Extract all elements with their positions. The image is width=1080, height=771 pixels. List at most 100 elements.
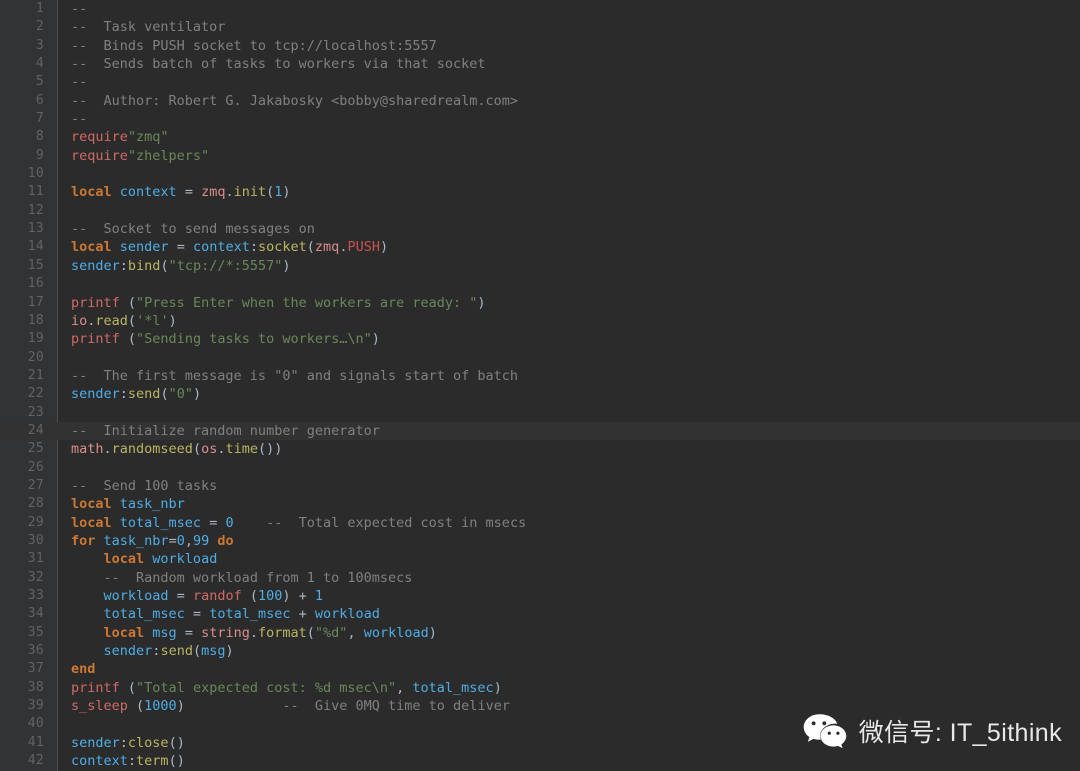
token-punc: : [119, 257, 128, 274]
code-area[interactable]: 1 -- 2 -- Task ventilator 3 -- Binds PUSH soc… [0, 0, 1080, 770]
code-line[interactable]: 35 local msg = string.format("%d", workl… [0, 624, 1080, 642]
code-line[interactable]: 33 workload = randof (100) + 1 [0, 587, 1080, 605]
code-editor[interactable]: 1 -- 2 -- Task ventilator 3 -- Binds PUSH soc… [0, 0, 1080, 771]
code-text: context:term() [71, 752, 185, 770]
code-line[interactable]: 9 require"zhelpers" [0, 147, 1080, 165]
code-line[interactable]: 40 [0, 715, 1080, 733]
code-line[interactable]: 3 -- Binds PUSH socket to tcp://localhost… [0, 37, 1080, 55]
code-line[interactable]: 39 s_sleep (1000) -- Give 0MQ time to del… [0, 697, 1080, 715]
line-number: 28 [27, 496, 44, 512]
token-ident: workload [103, 588, 169, 604]
line-number: 7 [35, 111, 44, 127]
token-meth: randomseed [111, 441, 193, 458]
token-punc [185, 698, 283, 714]
token-ident: total_msec [119, 514, 202, 531]
token-meth: send [127, 386, 161, 403]
token-kw: local [103, 551, 145, 568]
code-line[interactable]: 6 -- Author: Robert G. Jakabosky <bobby@s… [0, 92, 1080, 110]
token-punc: ) [371, 331, 380, 348]
code-line[interactable]: 26 [0, 459, 1080, 477]
token-lib: math [71, 441, 104, 458]
code-line[interactable]: 30 for task_nbr=0,99 do [0, 532, 1080, 550]
code-line[interactable]: 27 -- Send 100 tasks [0, 477, 1080, 495]
line-number: 24 [27, 422, 44, 438]
code-line[interactable]: 37 end [0, 660, 1080, 678]
code-line[interactable]: 25 math.randomseed(os.time()) [0, 440, 1080, 458]
line-number: 10 [27, 166, 44, 182]
line-number: 36 [27, 643, 44, 659]
code-line[interactable]: 19 printf ("Sending tasks to workers…\n") [0, 330, 1080, 348]
code-text: -- The first message is "0" and signals … [71, 367, 518, 385]
line-number: 30 [27, 532, 44, 548]
code-text: math.randomseed(os.time()) [71, 440, 282, 458]
token-punc: ) [379, 239, 389, 256]
token-str: "Sending tasks to workers…\n" [136, 331, 372, 348]
token-fn: randof [192, 588, 242, 604]
code-line[interactable]: 10 [0, 165, 1080, 183]
code-line[interactable]: 2 -- Task ventilator [0, 18, 1080, 36]
token-punc: () [168, 734, 185, 751]
token-punc [71, 551, 104, 567]
code-text: local workload [71, 550, 218, 568]
token-punc: ( [119, 679, 137, 696]
code-line[interactable]: 13 -- Socket to send messages on [0, 220, 1080, 238]
token-punc: ( [306, 239, 315, 256]
token-punc [112, 515, 120, 531]
code-line[interactable]: 32 -- Random workload from 1 to 100msecs [0, 569, 1080, 587]
code-line[interactable]: 11 local context = zmq.init(1) [0, 183, 1080, 201]
line-number: 23 [27, 404, 44, 420]
code-line[interactable]: 24 -- Initialize random number generator [0, 421, 1080, 441]
line-number: 11 [27, 184, 44, 200]
token-punc: ( [160, 386, 169, 403]
line-number: 2 [35, 19, 44, 35]
token-kw: end [71, 661, 96, 678]
code-line[interactable]: 17 printf ("Press Enter when the workers … [0, 294, 1080, 312]
code-text: local task_nbr [71, 495, 185, 513]
code-line[interactable]: 38 printf ("Total expected cost: %d msec\… [0, 679, 1080, 697]
code-line[interactable]: 22 sender:send("0") [0, 385, 1080, 403]
token-ident: workload [152, 551, 218, 568]
token-cmt: -- Total expected cost in msecs [266, 514, 527, 531]
line-number: 27 [27, 477, 44, 493]
code-line[interactable]: 18 io.read('*l') [0, 312, 1080, 330]
code-text: io.read('*l') [71, 312, 177, 330]
code-line[interactable]: 1 -- [0, 0, 1080, 18]
code-line[interactable]: 41 sender:close() [0, 734, 1080, 752]
code-text: total_msec = total_msec + workload [71, 605, 380, 623]
line-number: 6 [35, 92, 44, 108]
code-line[interactable]: 16 [0, 275, 1080, 293]
code-text: require"zmq" [71, 128, 169, 146]
code-line[interactable]: 23 [0, 404, 1080, 422]
token-fn: require [71, 129, 128, 146]
token-ident: workload [314, 606, 380, 623]
code-text: printf ("Total expected cost: %d msec\n"… [71, 679, 502, 697]
code-line[interactable]: 21 -- The first message is "0" and signal… [0, 367, 1080, 385]
code-line[interactable]: 12 [0, 202, 1080, 220]
token-fn: printf [71, 331, 120, 348]
code-text: -- Send 100 tasks [71, 477, 217, 495]
code-line[interactable]: 14 local sender = context:socket(zmq.PUSH… [0, 238, 1080, 256]
token-ident: msg [152, 624, 177, 641]
token-punc: ( [192, 441, 202, 458]
line-number: 12 [27, 202, 44, 218]
token-kw: local [103, 624, 145, 641]
token-lib: os [201, 441, 218, 458]
code-line[interactable]: 31 local workload [0, 550, 1080, 568]
code-line[interactable]: 42 context:term() [0, 752, 1080, 770]
token-punc [71, 606, 104, 622]
code-line[interactable]: 5 -- [0, 73, 1080, 91]
token-cmt: -- [71, 74, 88, 91]
code-line[interactable]: 29 local total_msec = 0 -- Total expected… [0, 514, 1080, 532]
code-line[interactable]: 15 sender:bind("tcp://*:5557") [0, 257, 1080, 275]
token-cmt: -- Random workload from 1 to 100msecs [103, 569, 413, 586]
code-line[interactable]: 8 require"zmq" [0, 128, 1080, 146]
code-line[interactable]: 20 [0, 349, 1080, 367]
line-number: 25 [27, 441, 44, 457]
code-line[interactable]: 34 total_msec = total_msec + workload [0, 605, 1080, 623]
code-line[interactable]: 28 local task_nbr [0, 495, 1080, 513]
code-text: local context = zmq.init(1) [71, 183, 291, 201]
code-line[interactable]: 7 -- [0, 110, 1080, 128]
token-ident: total_msec [209, 606, 291, 623]
code-line[interactable]: 36 sender:send(msg) [0, 642, 1080, 660]
code-line[interactable]: 4 -- Sends batch of tasks to workers via … [0, 55, 1080, 73]
